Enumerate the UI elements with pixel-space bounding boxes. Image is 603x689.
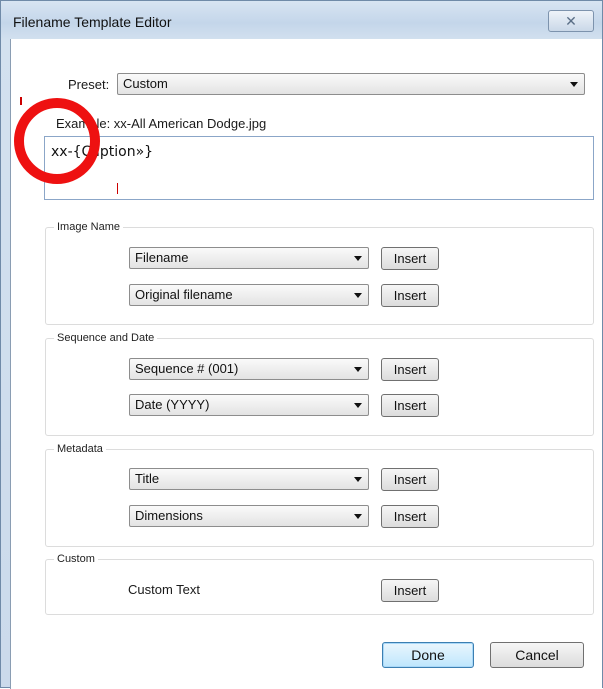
group-image-name: Image Name	[45, 221, 594, 325]
image-name-select-1[interactable]: Filename	[129, 247, 369, 269]
cancel-button[interactable]: Cancel	[490, 642, 584, 668]
metadata-select-1[interactable]: Title	[129, 468, 369, 490]
metadata-select-2-value: Dimensions	[135, 508, 203, 523]
dropdown-arrow-icon	[354, 514, 362, 519]
dropdown-arrow-icon	[354, 477, 362, 482]
dropdown-arrow-icon	[354, 293, 362, 298]
group-title-image-name: Image Name	[54, 221, 123, 233]
preset-select[interactable]: Custom	[117, 73, 585, 95]
preset-label: Preset:	[68, 77, 110, 92]
insert-button-image-name-1[interactable]: Insert	[381, 247, 439, 270]
insert-button-metadata-1[interactable]: Insert	[381, 468, 439, 491]
group-title-metadata: Metadata	[54, 443, 106, 455]
insert-button-custom[interactable]: Insert	[381, 579, 439, 602]
preset-value: Custom	[123, 76, 168, 91]
metadata-select-1-value: Title	[135, 471, 160, 486]
sequence-select[interactable]: Sequence # (001)	[129, 358, 369, 380]
image-name-select-2[interactable]: Original filename	[129, 284, 369, 306]
group-metadata: Metadata	[45, 443, 594, 547]
metadata-select-2[interactable]: Dimensions	[129, 505, 369, 527]
insert-button-sequence[interactable]: Insert	[381, 358, 439, 381]
image-name-select-1-value: Filename	[135, 250, 189, 265]
custom-text-label: Custom Text	[128, 582, 201, 597]
image-name-select-2-value: Original filename	[135, 287, 233, 302]
text-caret	[117, 183, 118, 194]
dropdown-arrow-icon	[354, 367, 362, 372]
done-button[interactable]: Done	[382, 642, 474, 668]
title-bar: Filename Template Editor ✕	[1, 1, 602, 39]
insert-button-date[interactable]: Insert	[381, 394, 439, 417]
date-select-value: Date (YYYY)	[135, 397, 210, 412]
red-mark	[20, 97, 22, 105]
window-title: Filename Template Editor	[13, 14, 172, 30]
dropdown-arrow-icon	[570, 82, 578, 87]
insert-button-image-name-2[interactable]: Insert	[381, 284, 439, 307]
close-icon: ✕	[565, 12, 577, 29]
template-input[interactable]: xx-{Caption»}	[44, 136, 594, 200]
insert-button-metadata-2[interactable]: Insert	[381, 505, 439, 528]
group-sequence-date: Sequence and Date	[45, 332, 594, 436]
close-button[interactable]: ✕	[548, 10, 594, 32]
group-title-custom: Custom	[54, 553, 98, 565]
date-select[interactable]: Date (YYYY)	[129, 394, 369, 416]
group-title-sequence-date: Sequence and Date	[54, 332, 158, 344]
dropdown-arrow-icon	[354, 256, 362, 261]
dialog-window: Filename Template Editor ✕ Preset: Custo…	[0, 0, 603, 689]
annotation-circle	[14, 98, 100, 184]
dropdown-arrow-icon	[354, 403, 362, 408]
sequence-select-value: Sequence # (001)	[135, 361, 239, 376]
